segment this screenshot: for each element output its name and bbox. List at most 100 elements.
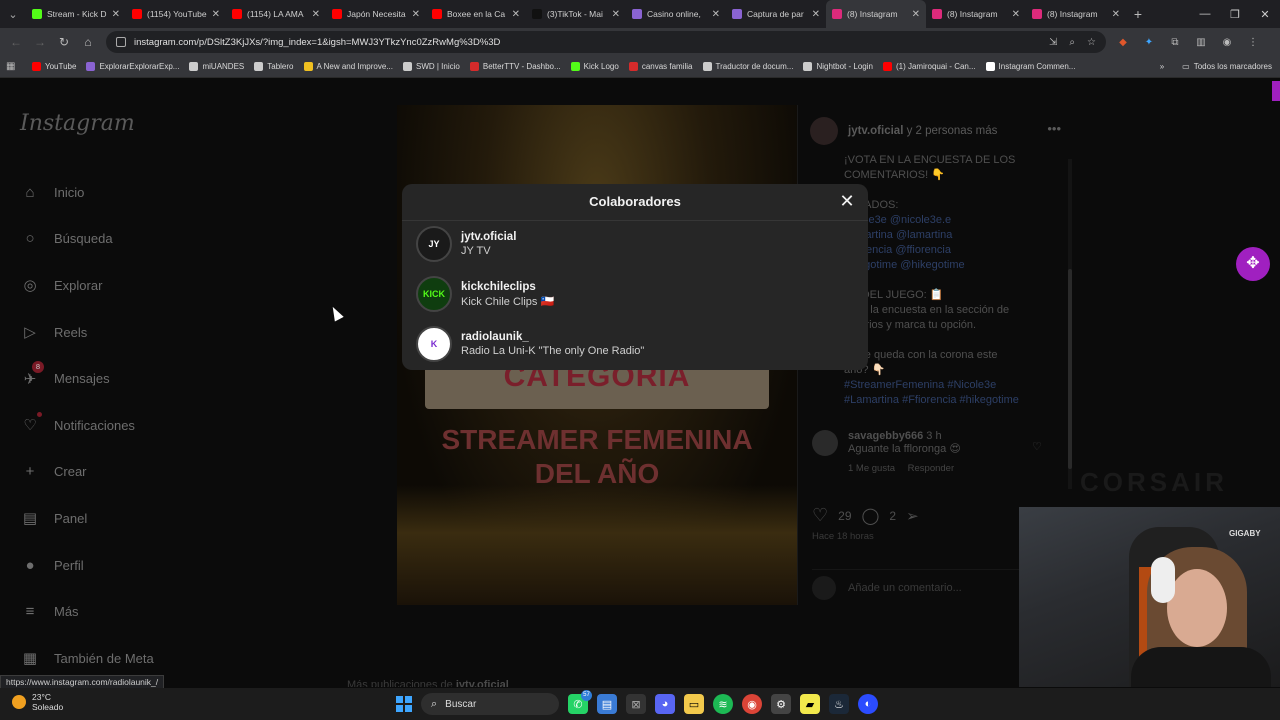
settings-icon[interactable]: ⚙ — [771, 694, 791, 714]
profile-avatar-icon[interactable]: ◉ — [1220, 37, 1234, 48]
app-icon[interactable]: ◐ — [858, 694, 878, 714]
more-bookmarks-icon[interactable]: » — [1160, 62, 1164, 71]
tab-search-button[interactable]: ⌄ — [0, 0, 26, 28]
bookmark-item[interactable]: SWD | Inicio — [402, 62, 460, 71]
tab-close-icon[interactable]: ✕ — [512, 9, 520, 20]
add-comment-input[interactable]: Añade un comentario... — [848, 582, 962, 594]
share-icon[interactable]: ➢ — [906, 507, 919, 525]
more-from-user[interactable]: jytv.oficial — [456, 679, 509, 687]
chrome-icon[interactable]: ◉ — [742, 694, 762, 714]
reload-button[interactable]: ↻ — [52, 35, 76, 49]
bookmark-item[interactable]: miUANDES — [189, 62, 244, 71]
sidebar-item-búsqueda[interactable]: ○ Búsqueda — [20, 216, 154, 263]
instagram-logo[interactable]: Instagram — [20, 111, 135, 136]
windows-start-icon[interactable] — [396, 696, 412, 712]
maximize-button[interactable]: ❐ — [1220, 8, 1250, 21]
steam-icon[interactable]: ♨ — [829, 694, 849, 714]
tab-close-icon[interactable]: ✕ — [912, 9, 920, 20]
browser-tab[interactable]: Casino online, ✕ — [626, 0, 726, 28]
scrollbar-thumb[interactable] — [1068, 269, 1072, 469]
bookmark-star-icon[interactable]: ☆ — [1087, 37, 1096, 48]
bookmark-item[interactable]: ExplorarExplorarExp... — [86, 62, 179, 71]
collaborator-avatar[interactable]: JY — [416, 226, 452, 262]
tab-close-icon[interactable]: ✕ — [612, 9, 620, 20]
tab-close-icon[interactable]: ✕ — [1112, 9, 1120, 20]
notepad-icon[interactable]: ▤ — [597, 694, 617, 714]
browser-tab[interactable]: (8) Instagram ✕ — [926, 0, 1026, 28]
collaborator-row[interactable]: Kradiolaunik_ Radio La Uni-K "The only On… — [416, 326, 644, 362]
new-tab-button[interactable]: + — [1126, 6, 1150, 22]
collaborator-row[interactable]: KICK kickchileclips Kick Chile Clips 🇨🇱 — [416, 276, 554, 312]
reply-button[interactable]: Responder — [908, 463, 954, 474]
whatsapp-icon[interactable]: ✆ 57 — [568, 690, 592, 714]
puzzle-icon[interactable]: ⧉ — [1168, 37, 1182, 48]
tab-close-icon[interactable]: ✕ — [412, 9, 420, 20]
bookmark-item[interactable]: A New and Improve... — [303, 62, 393, 71]
likes-count[interactable]: 29 — [838, 509, 851, 523]
browser-tab[interactable]: (3)TikTok - Mai ✕ — [526, 0, 626, 28]
bookmark-item[interactable]: (1) Jamiroquai - Can... — [882, 62, 976, 71]
url-field[interactable]: instagram.com/p/DSltZ3KjJXs/?img_index=1… — [106, 31, 1106, 53]
tab-close-icon[interactable]: ✕ — [712, 9, 720, 20]
comment-icon[interactable]: ◯ — [862, 506, 880, 526]
browser-tab[interactable]: (8) Instagram ✕ — [1026, 0, 1126, 28]
browser-tab[interactable]: Japón Necesita ✕ — [326, 0, 426, 28]
bookmark-item[interactable]: canvas familia — [628, 62, 693, 71]
browser-tab[interactable]: Stream - Kick D ✕ — [26, 0, 126, 28]
close-window-button[interactable]: ✕ — [1250, 8, 1280, 21]
sidebar-item-mensajes[interactable]: ✈ 8 Mensajes — [20, 355, 154, 402]
browser-tab[interactable]: (8) Instagram ✕ — [826, 0, 926, 28]
taskbar-search[interactable]: ⌕ Buscar — [421, 693, 559, 715]
forward-button[interactable]: → — [28, 35, 52, 49]
page-scrollbar-thumb[interactable] — [1272, 81, 1280, 101]
bookmark-item[interactable]: Traductor de docum... — [702, 62, 793, 71]
author-avatar[interactable] — [810, 117, 838, 145]
collaborator-username[interactable]: radiolaunik_ — [461, 331, 644, 343]
collaborator-username[interactable]: kickchileclips — [461, 281, 554, 293]
browser-tab[interactable]: Captura de par ✕ — [726, 0, 826, 28]
back-button[interactable]: ← — [4, 35, 28, 49]
tab-close-icon[interactable]: ✕ — [812, 9, 820, 20]
collaborator-row[interactable]: JY jytv.oficial JY TV — [416, 226, 516, 262]
author-username[interactable]: jytv.oficial — [848, 125, 903, 137]
browser-tab[interactable]: (1154) YouTube ✕ — [126, 0, 226, 28]
tab-close-icon[interactable]: ✕ — [112, 9, 120, 20]
file-explorer-icon[interactable]: ▭ — [684, 694, 704, 714]
sidebar-item-más[interactable]: ≡ Más — [20, 588, 154, 635]
more-options-icon[interactable]: ••• — [1047, 121, 1061, 136]
commenter-username[interactable]: savagebby666 — [848, 430, 923, 442]
bookmark-item[interactable]: Tablero — [254, 62, 294, 71]
weather-widget[interactable]: 23°C Soleado — [12, 692, 63, 712]
extension-icon[interactable]: ✦ — [1142, 37, 1156, 48]
all-bookmarks-button[interactable]: Todos los marcadores — [1194, 62, 1272, 71]
browser-tab[interactable]: Boxee en la Ca ✕ — [426, 0, 526, 28]
excel-icon[interactable]: ⊠ — [626, 694, 646, 714]
site-info-icon[interactable] — [116, 37, 126, 47]
menu-kebab-icon[interactable]: ⋮ — [1246, 37, 1260, 48]
caption-scrollbar[interactable] — [1068, 159, 1072, 489]
browser-tab[interactable]: (1154) LA AMA ✕ — [226, 0, 326, 28]
tab-close-icon[interactable]: ✕ — [212, 9, 220, 20]
sidebar-icon[interactable]: ▥ — [1194, 37, 1208, 48]
tab-close-icon[interactable]: ✕ — [1012, 9, 1020, 20]
discord-icon[interactable]: ◕ — [655, 694, 675, 714]
collaborator-avatar[interactable]: KICK — [416, 276, 452, 312]
spotify-icon[interactable]: ≋ — [713, 694, 733, 714]
bookmark-item[interactable]: YouTube — [32, 62, 76, 71]
commenter-avatar[interactable] — [812, 430, 838, 456]
sidebar-item-inicio[interactable]: ⌂ Inicio — [20, 169, 154, 216]
sidebar-item-perfil[interactable]: ● Perfil — [20, 542, 154, 589]
sidebar-item-panel[interactable]: ▤ Panel — [20, 495, 154, 542]
comment-likes[interactable]: 1 Me gusta — [848, 463, 895, 474]
tab-close-icon[interactable]: ✕ — [312, 9, 320, 20]
zoom-icon[interactable]: ⌕ — [1069, 37, 1075, 48]
bookmark-item[interactable]: Nightbot - Login — [803, 62, 873, 71]
sidebar-item-explorar[interactable]: ◎ Explorar — [20, 262, 154, 309]
install-app-icon[interactable]: ⇲ — [1049, 37, 1057, 48]
home-button[interactable]: ⌂ — [76, 35, 100, 49]
sidebar-item-crear[interactable]: + Crear — [20, 449, 154, 496]
comment-like-icon[interactable]: ♡ — [1032, 440, 1042, 453]
collaborator-avatar[interactable]: K — [416, 326, 452, 362]
sticky-notes-icon[interactable]: ▰ — [800, 694, 820, 714]
close-icon[interactable]: ✕ — [838, 192, 856, 210]
